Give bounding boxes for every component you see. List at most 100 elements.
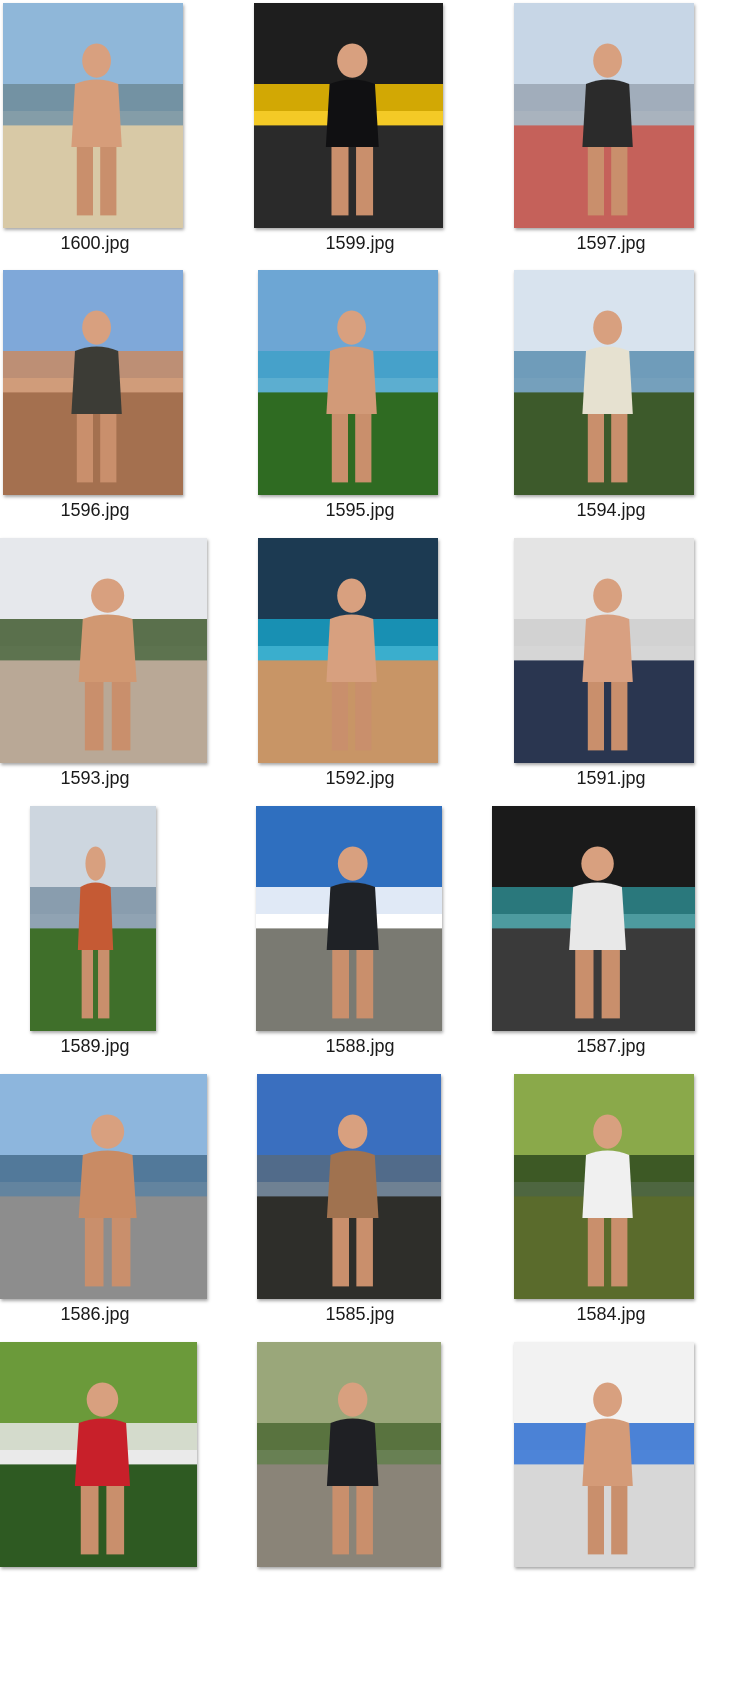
thumbnail-image[interactable] bbox=[514, 1342, 694, 1567]
thumbnail-image[interactable] bbox=[257, 1342, 441, 1567]
person-head bbox=[337, 1114, 368, 1149]
thumbnail-image[interactable] bbox=[514, 538, 694, 763]
file-name[interactable]: 1600.jpg bbox=[0, 233, 215, 254]
file-name[interactable]: 1584.jpg bbox=[491, 1304, 731, 1325]
thumbnail-image[interactable] bbox=[0, 1342, 197, 1567]
person-leg bbox=[76, 147, 93, 216]
file-name[interactable]: 1588.jpg bbox=[240, 1036, 480, 1057]
person-leg bbox=[81, 950, 93, 1019]
thumbnail-frame bbox=[0, 0, 240, 230]
person-leg bbox=[356, 1486, 373, 1555]
thumbnail-image[interactable] bbox=[3, 3, 183, 228]
thumbnail-image[interactable] bbox=[514, 1074, 694, 1299]
file-item[interactable]: 1591.jpg bbox=[514, 535, 753, 815]
file-item[interactable]: 1593.jpg bbox=[0, 535, 240, 815]
file-name[interactable]: 1595.jpg bbox=[240, 500, 480, 521]
thumbnail-image[interactable] bbox=[258, 538, 438, 763]
person-leg bbox=[587, 147, 604, 216]
file-item[interactable]: 1597.jpg bbox=[514, 0, 753, 280]
thumbnail-frame bbox=[0, 535, 240, 765]
file-item[interactable] bbox=[257, 1339, 501, 1619]
person-leg bbox=[84, 1218, 104, 1287]
person-leg bbox=[100, 414, 117, 483]
person-torso bbox=[326, 346, 377, 414]
person-torso bbox=[326, 614, 377, 682]
file-item[interactable]: 1586.jpg bbox=[0, 1071, 240, 1351]
photo-illustration bbox=[514, 1342, 694, 1567]
thumbnail-frame bbox=[254, 0, 501, 230]
file-name[interactable]: 1593.jpg bbox=[0, 768, 215, 789]
person-leg bbox=[611, 1218, 628, 1287]
person-head bbox=[82, 43, 111, 78]
file-item[interactable]: 1600.jpg bbox=[0, 0, 240, 280]
thumbnail-image[interactable] bbox=[3, 270, 183, 495]
thumbnail-image[interactable] bbox=[492, 806, 695, 1031]
thumbnail-image[interactable] bbox=[30, 806, 156, 1031]
person-leg bbox=[611, 147, 628, 216]
thumbnail-frame bbox=[258, 267, 501, 497]
thumbnail-frame bbox=[492, 803, 753, 1033]
person-leg bbox=[356, 950, 374, 1019]
file-item[interactable]: 1596.jpg bbox=[0, 267, 240, 547]
person-torso bbox=[326, 882, 379, 950]
file-item[interactable]: 1588.jpg bbox=[256, 803, 501, 1083]
file-item[interactable]: 1584.jpg bbox=[514, 1071, 753, 1351]
person-leg bbox=[587, 682, 604, 751]
file-item[interactable]: 1585.jpg bbox=[257, 1071, 501, 1351]
file-name[interactable]: 1586.jpg bbox=[0, 1304, 215, 1325]
file-name[interactable]: 1596.jpg bbox=[0, 500, 215, 521]
person-head bbox=[581, 846, 614, 881]
thumbnail-image[interactable] bbox=[514, 3, 694, 228]
person-leg bbox=[611, 1486, 628, 1555]
person-leg bbox=[331, 682, 348, 751]
file-name[interactable]: 1585.jpg bbox=[240, 1304, 480, 1325]
photo-illustration bbox=[258, 270, 438, 495]
photo-illustration bbox=[514, 3, 694, 228]
file-item[interactable]: 1595.jpg bbox=[258, 267, 501, 547]
file-name[interactable]: 1589.jpg bbox=[0, 1036, 215, 1057]
file-item[interactable]: 1592.jpg bbox=[258, 535, 501, 815]
thumbnail-image[interactable] bbox=[0, 1074, 207, 1299]
file-name[interactable]: 1597.jpg bbox=[491, 233, 731, 254]
person-torso bbox=[71, 79, 122, 147]
person-leg bbox=[84, 682, 104, 751]
file-name[interactable]: 1594.jpg bbox=[491, 500, 731, 521]
photo-illustration bbox=[514, 1074, 694, 1299]
file-name[interactable]: 1592.jpg bbox=[240, 768, 480, 789]
file-item[interactable]: 1587.jpg bbox=[492, 803, 753, 1083]
thumbnail-frame bbox=[0, 803, 240, 1033]
file-item[interactable] bbox=[514, 1339, 753, 1619]
person-leg bbox=[575, 950, 594, 1019]
file-item[interactable]: 1589.jpg bbox=[0, 803, 240, 1083]
file-name[interactable]: 1591.jpg bbox=[491, 768, 731, 789]
person-leg bbox=[80, 1486, 99, 1555]
file-item[interactable]: 1599.jpg bbox=[254, 0, 501, 280]
photo-illustration bbox=[514, 270, 694, 495]
thumbnail-image[interactable] bbox=[514, 270, 694, 495]
person-leg bbox=[611, 682, 628, 751]
file-name[interactable]: 1599.jpg bbox=[240, 233, 480, 254]
thumbnail-frame bbox=[256, 803, 501, 1033]
file-item[interactable]: 1594.jpg bbox=[514, 267, 753, 547]
person-head bbox=[82, 310, 111, 345]
person-leg bbox=[587, 1486, 604, 1555]
person-torso bbox=[71, 346, 122, 414]
file-name[interactable]: 1587.jpg bbox=[491, 1036, 731, 1057]
photo-illustration bbox=[514, 538, 694, 763]
person-torso bbox=[569, 882, 626, 950]
person-head bbox=[86, 1382, 119, 1417]
photo-illustration bbox=[257, 1342, 441, 1567]
thumbnail-image[interactable] bbox=[254, 3, 443, 228]
person-torso bbox=[78, 1150, 137, 1218]
person-torso bbox=[582, 346, 633, 414]
person-leg bbox=[587, 1218, 604, 1287]
thumbnail-image[interactable] bbox=[258, 270, 438, 495]
file-grid: 1600.jpg 1599.jpg 1597.jpg 1596.jpg 1595… bbox=[0, 0, 753, 1698]
person-leg bbox=[332, 950, 349, 1019]
file-item[interactable] bbox=[0, 1339, 240, 1619]
thumbnail-image[interactable] bbox=[256, 806, 442, 1031]
photo-illustration bbox=[30, 806, 156, 1031]
thumbnail-image[interactable] bbox=[0, 538, 207, 763]
person-leg bbox=[111, 682, 131, 751]
thumbnail-image[interactable] bbox=[257, 1074, 441, 1299]
